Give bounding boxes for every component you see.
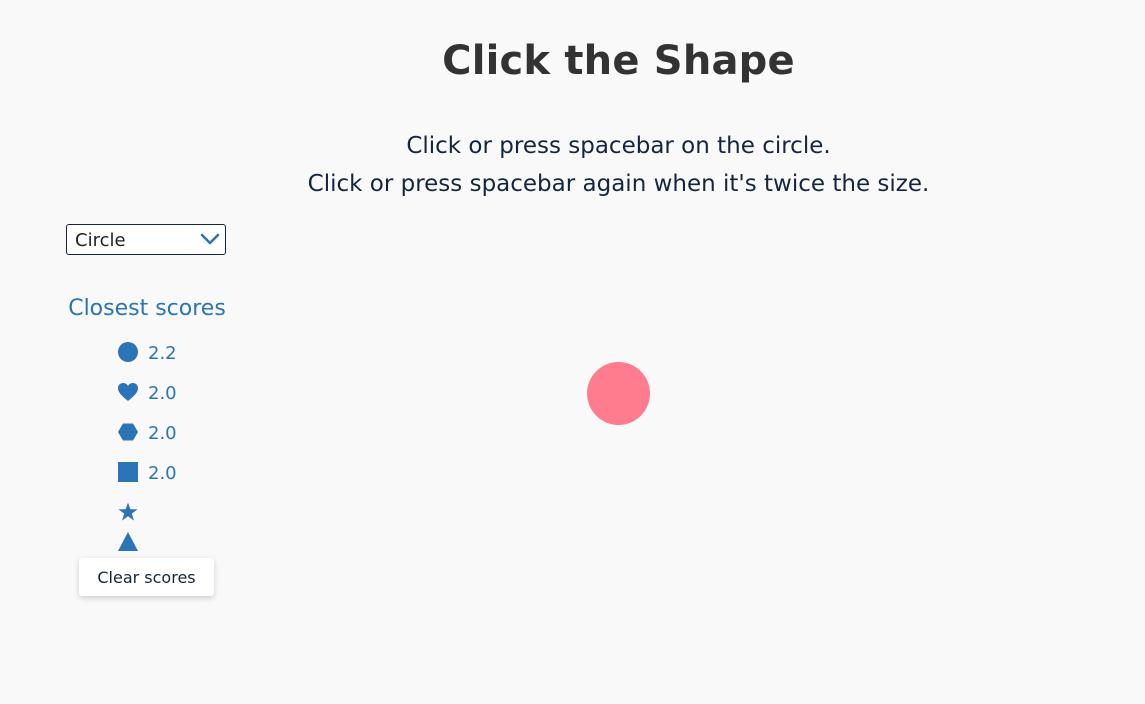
scores-heading: Closest scores [68, 296, 226, 321]
heart-icon [118, 383, 138, 401]
sidebar: Circle Closest scores 2.2 2.0 2.0 2.0 Cl… [66, 224, 228, 596]
triangle-icon [118, 532, 138, 551]
page-title: Click the Shape [442, 38, 795, 84]
score-value-circle: 2.2 [148, 343, 177, 364]
game-page: Click the Shape Click or press spacebar … [0, 0, 1145, 704]
clear-scores-button[interactable]: Clear scores [79, 558, 214, 596]
hexagon-icon [118, 423, 138, 441]
circle-icon [118, 342, 138, 362]
score-value-hexagon: 2.0 [148, 423, 177, 444]
instruction-line-2: Click or press spacebar again when it's … [307, 171, 930, 197]
chevron-down-icon [200, 233, 220, 245]
score-value-heart: 2.0 [148, 383, 177, 404]
instruction-line-1: Click or press spacebar on the circle. [406, 133, 831, 159]
score-value-square: 2.0 [148, 463, 177, 484]
target-circle[interactable] [587, 362, 650, 425]
square-icon [118, 462, 138, 482]
star-icon [118, 502, 138, 521]
shape-select[interactable]: Circle [66, 224, 226, 255]
instructions: Click or press spacebar on the circle. C… [0, 127, 1145, 203]
shape-select-value: Circle [75, 230, 126, 251]
